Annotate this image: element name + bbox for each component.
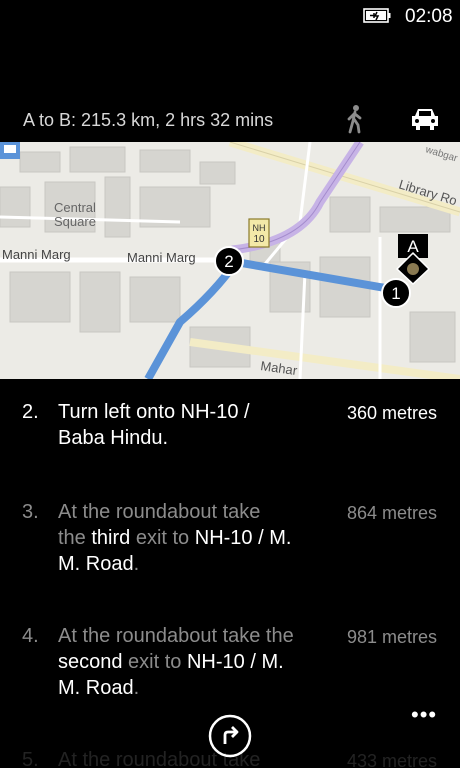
svg-text:1: 1: [391, 284, 400, 303]
step-distance: 433 metres: [346, 751, 437, 768]
more-options-button[interactable]: •••: [411, 702, 437, 728]
instruction-text: At the roundabout take: [58, 501, 261, 523]
waypoint-1-marker[interactable]: 1: [381, 278, 411, 308]
instruction-text: second: [58, 651, 123, 673]
step-number: 3.: [22, 501, 39, 523]
instruction-text: exit to: [122, 651, 187, 673]
route-map[interactable]: NH 10 Central Square Manni Marg Manni Ma…: [0, 142, 460, 379]
instruction-text: M. Road: [58, 553, 134, 575]
step-distance: 360 metres: [346, 403, 437, 423]
route-summary: A to B: 215.3 km, 2 hrs 32 mins: [23, 110, 274, 130]
highway-shield-number: 10: [253, 234, 265, 245]
waypoint-2-marker[interactable]: 2: [214, 246, 244, 276]
step-instruction: At the roundabout take: [58, 747, 328, 768]
svg-text:2: 2: [224, 252, 233, 271]
instruction-text: At the roundabout take the: [58, 625, 294, 647]
step-number: 2.: [22, 401, 39, 423]
step-number: 5.: [22, 749, 39, 768]
turn-right-icon[interactable]: [208, 714, 252, 758]
instruction-text: Turn left onto NH-10 /: [58, 401, 250, 423]
status-bar: 02:08: [0, 0, 460, 34]
instruction-text: .: [133, 677, 140, 699]
instruction-text: .: [133, 553, 140, 575]
battery-charging-icon: [363, 8, 391, 23]
step-distance: 981 metres: [346, 627, 437, 647]
map-label-square: Square: [54, 214, 96, 229]
instruction-text: M. Road: [58, 677, 134, 699]
map-label-manni-marg-2: Manni Marg: [127, 250, 196, 265]
instruction-text: the: [58, 527, 92, 549]
highway-shield-label: NH: [253, 223, 266, 233]
clock: 02:08: [405, 6, 453, 27]
step-instruction: Turn left onto NH-10 / Baba Hindu.: [58, 399, 328, 451]
instruction-text: third: [91, 527, 131, 549]
directions-list[interactable]: 2. Turn left onto NH-10 / Baba Hindu. 360 m…: [0, 379, 460, 768]
transit-icon: [0, 142, 20, 159]
step-number: 4.: [22, 625, 39, 647]
svg-text:A: A: [407, 237, 419, 256]
step-distance: 864 metres: [346, 503, 437, 523]
step-instruction: At the roundabout take the third exit to …: [58, 499, 328, 577]
map-label-manni-marg-1: Manni Marg: [2, 247, 71, 262]
instruction-text: NH-10 / M.: [186, 651, 284, 673]
instruction-text: Baba Hindu.: [58, 427, 169, 449]
map-label-central: Central: [54, 200, 96, 215]
car-icon[interactable]: [410, 106, 440, 132]
instruction-text: NH-10 / M.: [194, 527, 292, 549]
instruction-text: exit to: [130, 527, 195, 549]
walk-icon[interactable]: [344, 104, 366, 134]
step-instruction: At the roundabout take the second exit to…: [58, 623, 328, 701]
